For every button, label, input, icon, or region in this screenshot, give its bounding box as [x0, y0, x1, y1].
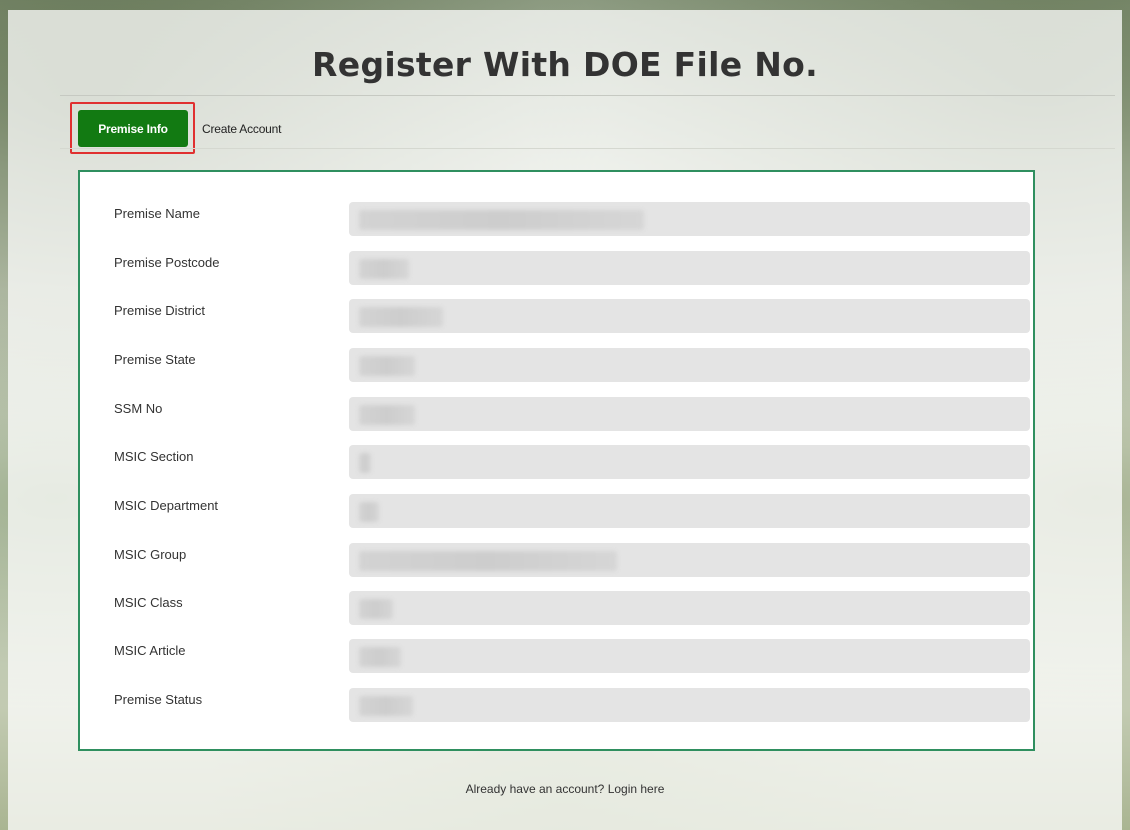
form-row-premise-district: Premise District	[80, 299, 1033, 333]
premise-status-field[interactable]	[349, 688, 1030, 722]
field-label: Premise Name	[114, 206, 200, 221]
redacted-value	[359, 405, 415, 425]
field-label: Premise Postcode	[114, 255, 220, 270]
field-label: Premise State	[114, 352, 196, 367]
form-row-msic-department: MSIC Department	[80, 494, 1033, 528]
premise-postcode-field[interactable]	[349, 251, 1030, 285]
form-row-ssm-no: SSM No	[80, 397, 1033, 431]
field-label: MSIC Group	[114, 547, 187, 562]
premise-name-field[interactable]	[349, 202, 1030, 236]
form-row-premise-postcode: Premise Postcode	[80, 251, 1033, 285]
msic-class-field[interactable]	[349, 591, 1030, 625]
form-row-msic-class: MSIC Class	[80, 591, 1033, 625]
redacted-value	[359, 210, 644, 230]
redacted-value	[359, 453, 371, 473]
redacted-value	[359, 551, 617, 571]
redacted-value	[359, 647, 401, 667]
redacted-value	[359, 696, 413, 716]
field-label: Premise Status	[114, 692, 203, 707]
form-row-premise-name: Premise Name	[80, 202, 1033, 236]
premise-state-field[interactable]	[349, 348, 1030, 382]
field-label: Premise District	[114, 303, 206, 318]
form-row-premise-status: Premise Status	[80, 688, 1033, 722]
msic-section-field[interactable]	[349, 445, 1030, 479]
redacted-value	[359, 502, 379, 522]
page-title: Register With DOE File No.	[312, 45, 818, 84]
login-link[interactable]: Already have an account? Login here	[0, 782, 1130, 796]
msic-group-field[interactable]	[349, 543, 1030, 577]
field-label: MSIC Class	[114, 595, 183, 610]
ssm-no-field[interactable]	[349, 397, 1030, 431]
redacted-value	[359, 356, 415, 376]
field-label: MSIC Department	[114, 498, 219, 513]
form-row-premise-state: Premise State	[80, 348, 1033, 382]
field-label: MSIC Article	[114, 643, 186, 658]
form-row-msic-group: MSIC Group	[80, 543, 1033, 577]
premise-district-field[interactable]	[349, 299, 1030, 333]
form-row-msic-article: MSIC Article	[80, 639, 1033, 673]
field-label: SSM No	[114, 401, 163, 416]
tab-create-account[interactable]: Create Account	[202, 110, 281, 147]
msic-article-field[interactable]	[349, 639, 1030, 673]
tab-premise-info[interactable]: Premise Info	[78, 110, 188, 147]
msic-department-field[interactable]	[349, 494, 1030, 528]
field-label: MSIC Section	[114, 449, 194, 464]
premise-info-form: Premise Name Premise Postcode Premise Di…	[78, 170, 1035, 751]
redacted-value	[359, 599, 393, 619]
redacted-value	[359, 259, 409, 279]
redacted-value	[359, 307, 443, 327]
title-divider	[60, 95, 1115, 96]
tabs-divider	[60, 148, 1115, 149]
form-row-msic-section: MSIC Section	[80, 445, 1033, 479]
